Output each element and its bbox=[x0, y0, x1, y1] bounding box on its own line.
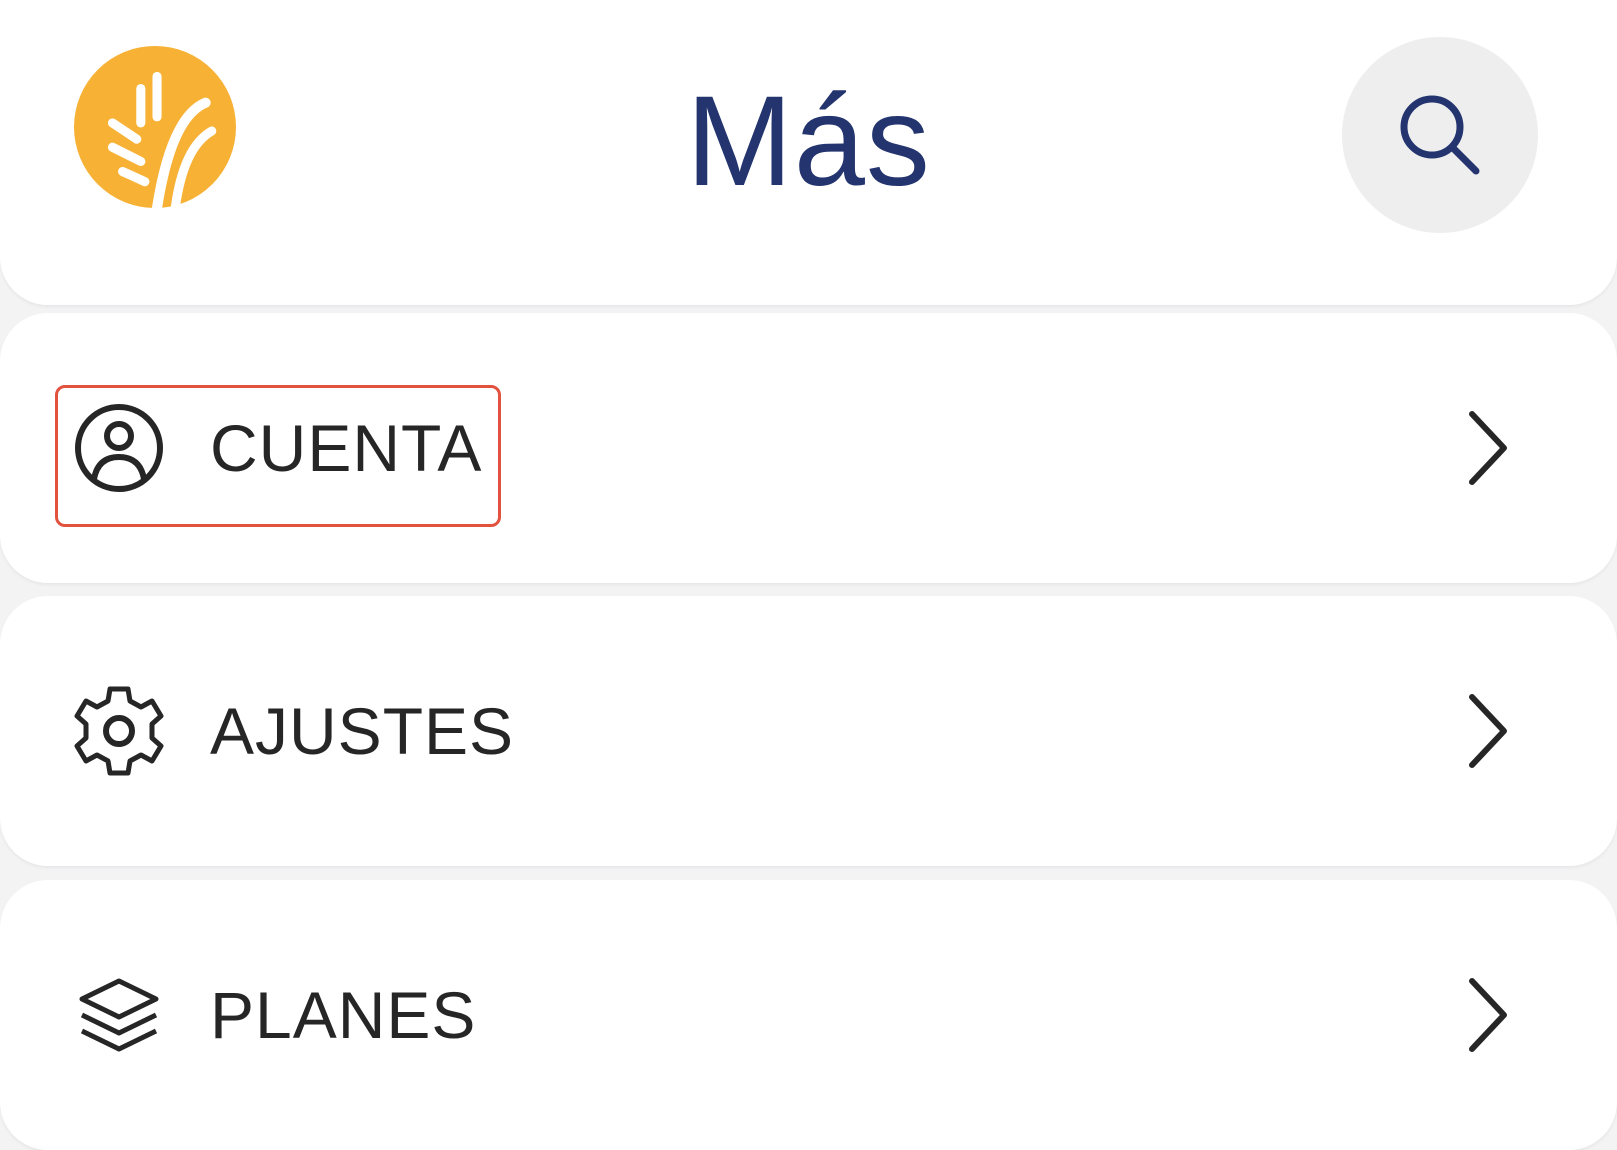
menu-item-label: AJUSTES bbox=[210, 694, 515, 768]
app-header: Más bbox=[0, 0, 1617, 305]
chevron-right-icon bbox=[1469, 978, 1507, 1052]
search-icon bbox=[1400, 95, 1480, 175]
menu-item-ajustes[interactable]: AJUSTES bbox=[0, 596, 1617, 866]
menu-item-planes[interactable]: PLANES bbox=[0, 880, 1617, 1150]
layers-icon bbox=[79, 978, 159, 1052]
menu-item-label: PLANES bbox=[210, 978, 477, 1052]
gear-icon bbox=[74, 686, 164, 776]
menu-item-cuenta[interactable]: CUENTA bbox=[0, 313, 1617, 583]
chevron-right-icon bbox=[1469, 694, 1507, 768]
user-circle-icon bbox=[75, 404, 163, 492]
chevron-right-icon bbox=[1469, 411, 1507, 485]
menu-item-label: CUENTA bbox=[210, 411, 483, 485]
search-button[interactable] bbox=[1342, 37, 1538, 233]
